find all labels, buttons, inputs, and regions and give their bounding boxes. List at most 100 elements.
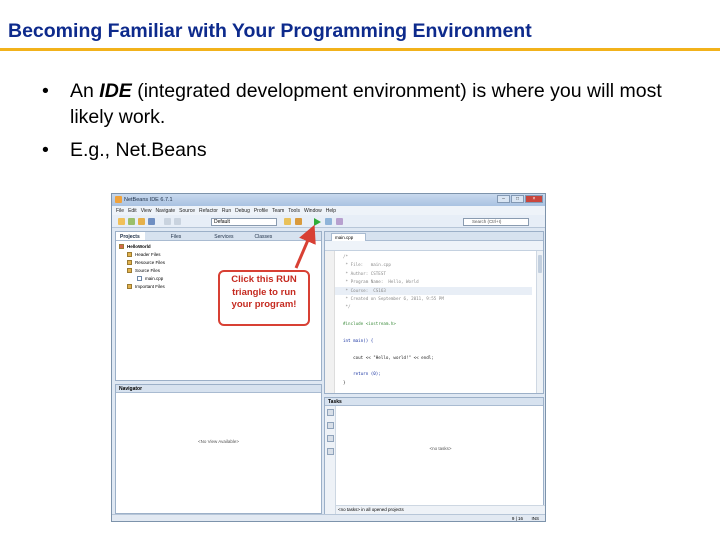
redo-icon[interactable] (174, 218, 181, 225)
menu-edit[interactable]: Edit (128, 208, 137, 214)
menu-tools[interactable]: Tools (288, 208, 300, 214)
ide-window-title: NetBeans IDE 6.7.1 (124, 197, 173, 203)
callout-line-3: your program! (231, 299, 297, 310)
tasks-sidebar (325, 406, 336, 515)
run-callout: Click this RUN triangle to run your prog… (218, 270, 310, 326)
insert-mode: INS (531, 516, 539, 521)
code-area[interactable]: /* * File: main.cpp * Author: CSTEST * P… (335, 253, 532, 387)
bullet-text-prefix: An (70, 80, 100, 102)
scrollbar-thumb[interactable] (538, 255, 542, 273)
title-underline (0, 48, 720, 51)
code-line-close-brace: } (343, 379, 346, 385)
folder-icon (127, 284, 132, 289)
tasks-panel: Tasks <no tasks> <no tasks> in all opene… (324, 397, 545, 515)
tasks-title: Tasks (325, 398, 543, 406)
build-icon[interactable] (284, 218, 291, 225)
minimize-icon[interactable]: – (497, 195, 510, 203)
editor-tab-strip: main.cpp (325, 232, 543, 241)
tasks-filter-status: <no tasks> in all opened projects (336, 505, 545, 514)
menu-source[interactable]: Source (179, 208, 195, 214)
tab-projects[interactable]: Projects (116, 232, 145, 240)
menu-run[interactable]: Run (222, 208, 231, 214)
ide-menubar: File Edit View Navigate Source Refactor … (112, 206, 545, 215)
folder-icon (127, 268, 132, 273)
menu-team[interactable]: Team (272, 208, 284, 214)
menu-help[interactable]: Help (326, 208, 336, 214)
code-line-return: return (0); (343, 371, 381, 377)
code-line-cout: cout << "Hello, world!" << endl; (343, 354, 434, 360)
bullet-dot: • (42, 139, 49, 161)
slide-title: Becoming Familiar with Your Programming … (8, 20, 532, 42)
tab-files[interactable]: Files (167, 232, 187, 240)
undo-icon[interactable] (164, 218, 171, 225)
new-file-icon[interactable] (128, 218, 135, 225)
task-scope-icon[interactable] (327, 409, 334, 416)
task-funnel-icon[interactable] (327, 448, 334, 455)
ide-toolbar: Default Search (Ctrl+I) (112, 215, 545, 228)
bullet-item-ide: • An IDE (integrated development environ… (42, 78, 682, 130)
menu-file[interactable]: File (116, 208, 124, 214)
code-line: * Author: CSTEST (343, 270, 386, 276)
editor-scrollbar[interactable] (536, 251, 543, 393)
tree-item-resource-files[interactable]: Resource Files (119, 259, 321, 267)
tab-services[interactable]: Services (210, 232, 238, 240)
bullet-text-suffix: (integrated development environment) is … (70, 80, 662, 128)
cursor-position: 9 | 16 (511, 516, 523, 521)
callout-line-2: triangle to run (232, 286, 296, 298)
ide-search-input[interactable]: Search (Ctrl+I) (463, 218, 529, 226)
editor-toolbar (325, 241, 543, 251)
code-line-include: #include <iostream.h> (343, 321, 396, 327)
navigator-panel: Navigator <No View Available> (115, 384, 322, 514)
clean-build-icon[interactable] (295, 218, 302, 225)
close-icon[interactable]: × (525, 195, 543, 203)
code-line: */ (343, 304, 351, 310)
code-line: * Created on September 6, 2011, 9:55 PM (343, 295, 444, 301)
editor-panel: main.cpp /* * File: main.cpp * Author: C… (324, 231, 544, 394)
ide-titlebar: NetBeans IDE 6.7.1 – □ × (112, 194, 545, 206)
bullet-list: • An IDE (integrated development environ… (42, 78, 682, 170)
bullet-text-netbeans: E.g., Net.Beans (70, 139, 207, 161)
task-folder-icon[interactable] (327, 422, 334, 429)
code-line: /* (343, 254, 349, 259)
profile-icon[interactable] (336, 218, 343, 225)
callout-line-1: Click this RUN (231, 274, 297, 285)
bullet-item-netbeans: • E.g., Net.Beans (42, 137, 682, 163)
navigator-empty-text: <No View Available> (197, 439, 240, 444)
bullet-dot: • (42, 80, 49, 102)
menu-window[interactable]: Window (304, 208, 322, 214)
projects-panel-tabs: Projects Files Services Classes (116, 232, 321, 241)
configuration-combo[interactable]: Default (211, 218, 277, 226)
save-all-icon[interactable] (148, 218, 155, 225)
tree-item-project[interactable]: HelloWorld (119, 243, 321, 251)
ide-screenshot: NetBeans IDE 6.7.1 – □ × File Edit View … (111, 193, 546, 522)
navigator-title: Navigator (116, 385, 321, 393)
menu-debug[interactable]: Debug (235, 208, 250, 214)
run-triangle-icon[interactable] (314, 218, 321, 226)
menu-profile[interactable]: Profile (254, 208, 268, 214)
maximize-icon[interactable]: □ (511, 195, 524, 203)
menu-refactor[interactable]: Refactor (199, 208, 218, 214)
bullet-emphasis-ide: IDE (99, 80, 132, 102)
tree-item-header-files[interactable]: Header Files (119, 251, 321, 259)
task-filter-icon[interactable] (327, 435, 334, 442)
code-line: * File: main.cpp (343, 262, 391, 268)
menu-view[interactable]: View (141, 208, 152, 214)
project-icon (119, 244, 124, 249)
window-controls: – □ × (497, 195, 543, 203)
tasks-empty-text: <no tasks> (429, 446, 452, 451)
code-line: * Program Name: Hello, World (343, 279, 419, 285)
code-line-main: int main() { (343, 337, 374, 343)
tab-classes[interactable]: Classes (250, 232, 277, 240)
new-project-icon[interactable] (118, 218, 125, 225)
editor-tab-main-cpp[interactable]: main.cpp (331, 233, 367, 241)
menu-navigate[interactable]: Navigate (155, 208, 175, 214)
editor-gutter (325, 251, 335, 393)
debug-icon[interactable] (325, 218, 332, 225)
open-project-icon[interactable] (138, 218, 145, 225)
folder-icon (127, 252, 132, 257)
netbeans-app-icon (115, 196, 122, 203)
